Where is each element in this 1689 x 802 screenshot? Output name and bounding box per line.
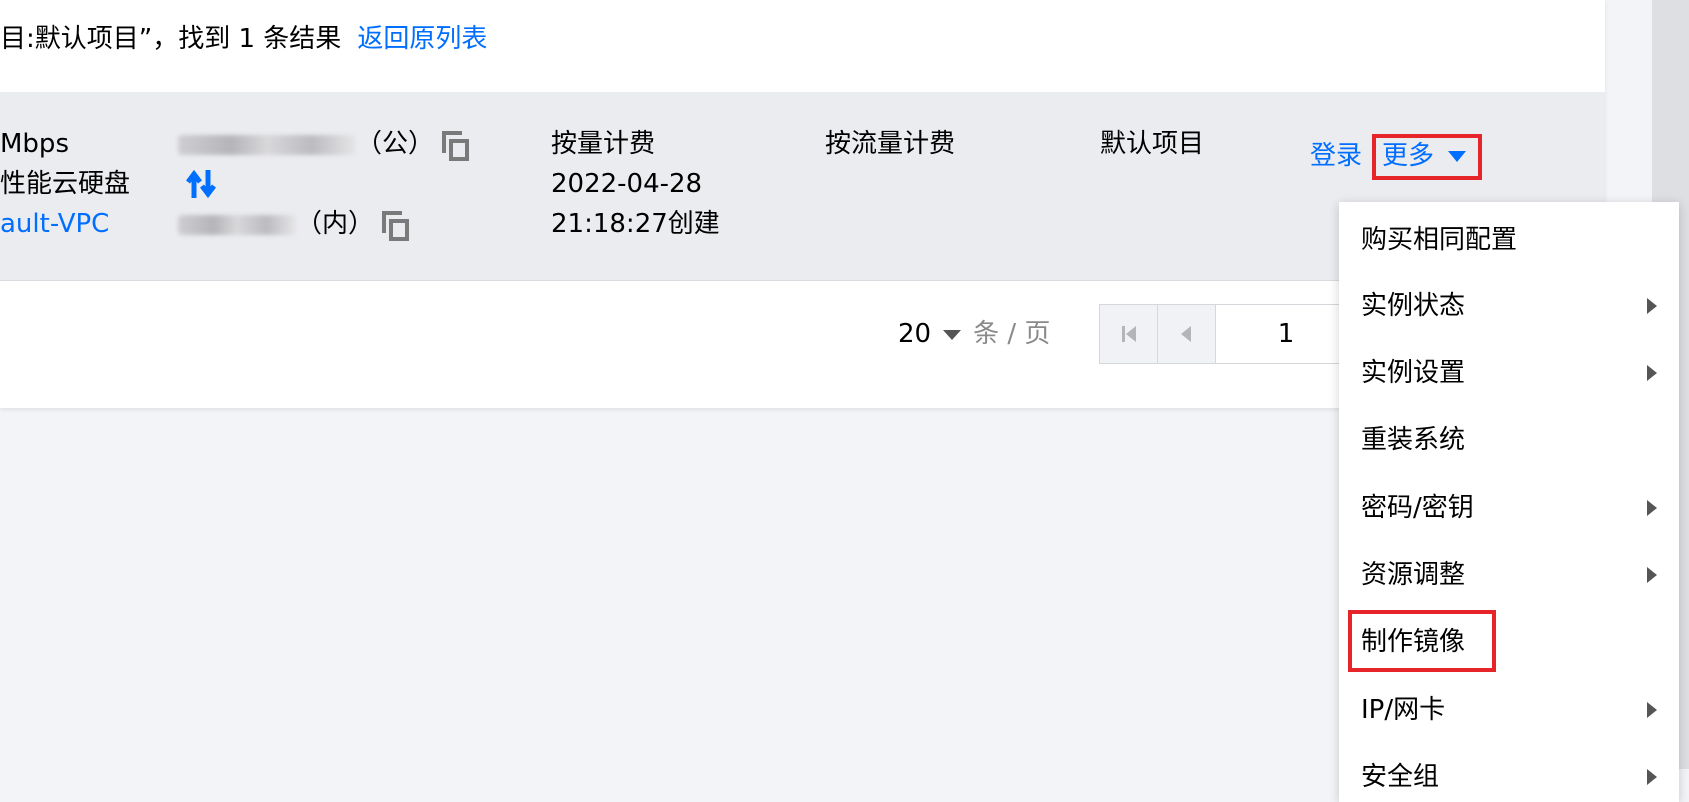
menu-item-create-image[interactable]: 制作镜像 xyxy=(1361,620,1465,664)
vpc-link[interactable]: ault-VPC xyxy=(0,204,109,244)
menu-item-instance-settings[interactable]: 实例设置 xyxy=(1361,351,1465,395)
project-text: 默认项目 xyxy=(1100,129,1205,159)
page-size-value: 20 xyxy=(898,319,932,349)
page-size-selector[interactable]: 20 条 / 页 xyxy=(898,312,1050,356)
page-number-input[interactable]: 1 xyxy=(1216,305,1356,363)
first-page-icon[interactable] xyxy=(1100,305,1158,363)
disk-type-text: 性能云硬盘 xyxy=(0,169,131,199)
swap-icon[interactable] xyxy=(186,168,216,200)
chevron-right-icon xyxy=(1647,702,1657,718)
public-ip: （公） xyxy=(178,124,470,164)
prev-page-icon[interactable] xyxy=(1158,305,1216,363)
chevron-right-icon xyxy=(1647,298,1657,314)
chevron-right-icon xyxy=(1647,500,1657,516)
more-dropdown-menu: 购买相同配置 实例状态 实例设置 重装系统 密码/密钥 资源调整 制作镜像 IP… xyxy=(1339,202,1679,802)
redacted-ip xyxy=(178,134,356,155)
menu-item-password-key[interactable]: 密码/密钥 xyxy=(1361,486,1474,530)
redacted-ip xyxy=(178,214,296,235)
menu-item-instance-state[interactable]: 实例状态 xyxy=(1361,284,1465,328)
chevron-right-icon xyxy=(1647,567,1657,583)
chevron-right-icon xyxy=(1647,365,1657,381)
menu-item-resource-adjust[interactable]: 资源调整 xyxy=(1361,553,1465,597)
network-billing-text: 按流量计费 xyxy=(825,129,956,159)
more-button-label: 更多 xyxy=(1382,141,1435,171)
copy-icon[interactable] xyxy=(442,130,470,161)
pagination: 1 xyxy=(1099,304,1357,364)
created-time-text: 21:18:27创建 xyxy=(551,209,720,239)
search-result-text: 目:默认项目”，找到 1 条结果 xyxy=(0,24,342,54)
page-size-unit: 条 / 页 xyxy=(973,319,1051,349)
created-date-text: 2022-04-28 xyxy=(551,169,703,199)
private-ip-suffix: （内） xyxy=(296,209,375,239)
menu-item-security-group[interactable]: 安全组 xyxy=(1361,755,1439,799)
menu-item-ip-nic[interactable]: IP/网卡 xyxy=(1361,688,1445,732)
chevron-right-icon xyxy=(1647,769,1657,785)
copy-icon[interactable] xyxy=(382,210,410,241)
menu-item-reinstall-system[interactable]: 重装系统 xyxy=(1361,418,1465,462)
public-ip-suffix: （公） xyxy=(356,129,435,159)
back-to-list-link[interactable]: 返回原列表 xyxy=(357,24,487,54)
more-button[interactable]: 更多 xyxy=(1382,136,1467,176)
caret-down-icon xyxy=(943,329,962,340)
bandwidth-text: Mbps xyxy=(0,129,69,159)
login-link[interactable]: 登录 xyxy=(1310,136,1362,176)
caret-down-icon xyxy=(1448,151,1467,162)
search-result-line: 目:默认项目”，找到 1 条结果 返回原列表 xyxy=(0,20,487,58)
billing-mode-text: 按量计费 xyxy=(551,129,656,159)
menu-item-buy-same-config[interactable]: 购买相同配置 xyxy=(1361,218,1517,262)
private-ip: （内） xyxy=(178,204,410,244)
